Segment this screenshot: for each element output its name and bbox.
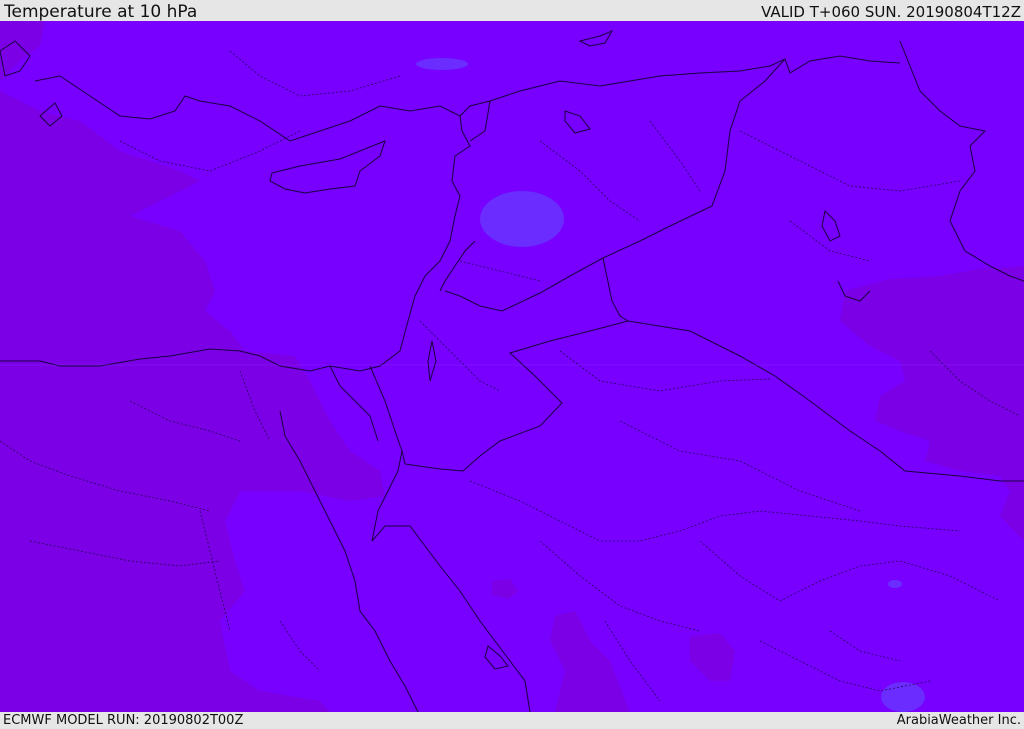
warm-spot-small: [888, 580, 902, 588]
temperature-patch-1: [70, 629, 130, 712]
map-footer: ECMWF MODEL RUN: 20190802T00Z ArabiaWeat…: [0, 712, 1024, 729]
warm-spot-syria: [480, 191, 564, 247]
map-header: Temperature at 10 hPa VALID T+060 SUN. 2…: [0, 0, 1024, 21]
valid-time-label: VALID T+060 SUN. 20190804T12Z: [761, 3, 1021, 21]
warm-spot-south: [881, 682, 925, 712]
credit-label: ArabiaWeather Inc.: [896, 713, 1021, 728]
model-run-label: ECMWF MODEL RUN: 20190802T00Z: [3, 713, 244, 728]
map-panel[interactable]: [0, 21, 1024, 712]
map-title: Temperature at 10 hPa: [4, 2, 198, 22]
warm-spot-turkey: [416, 58, 468, 70]
map-canvas: [0, 21, 1024, 712]
